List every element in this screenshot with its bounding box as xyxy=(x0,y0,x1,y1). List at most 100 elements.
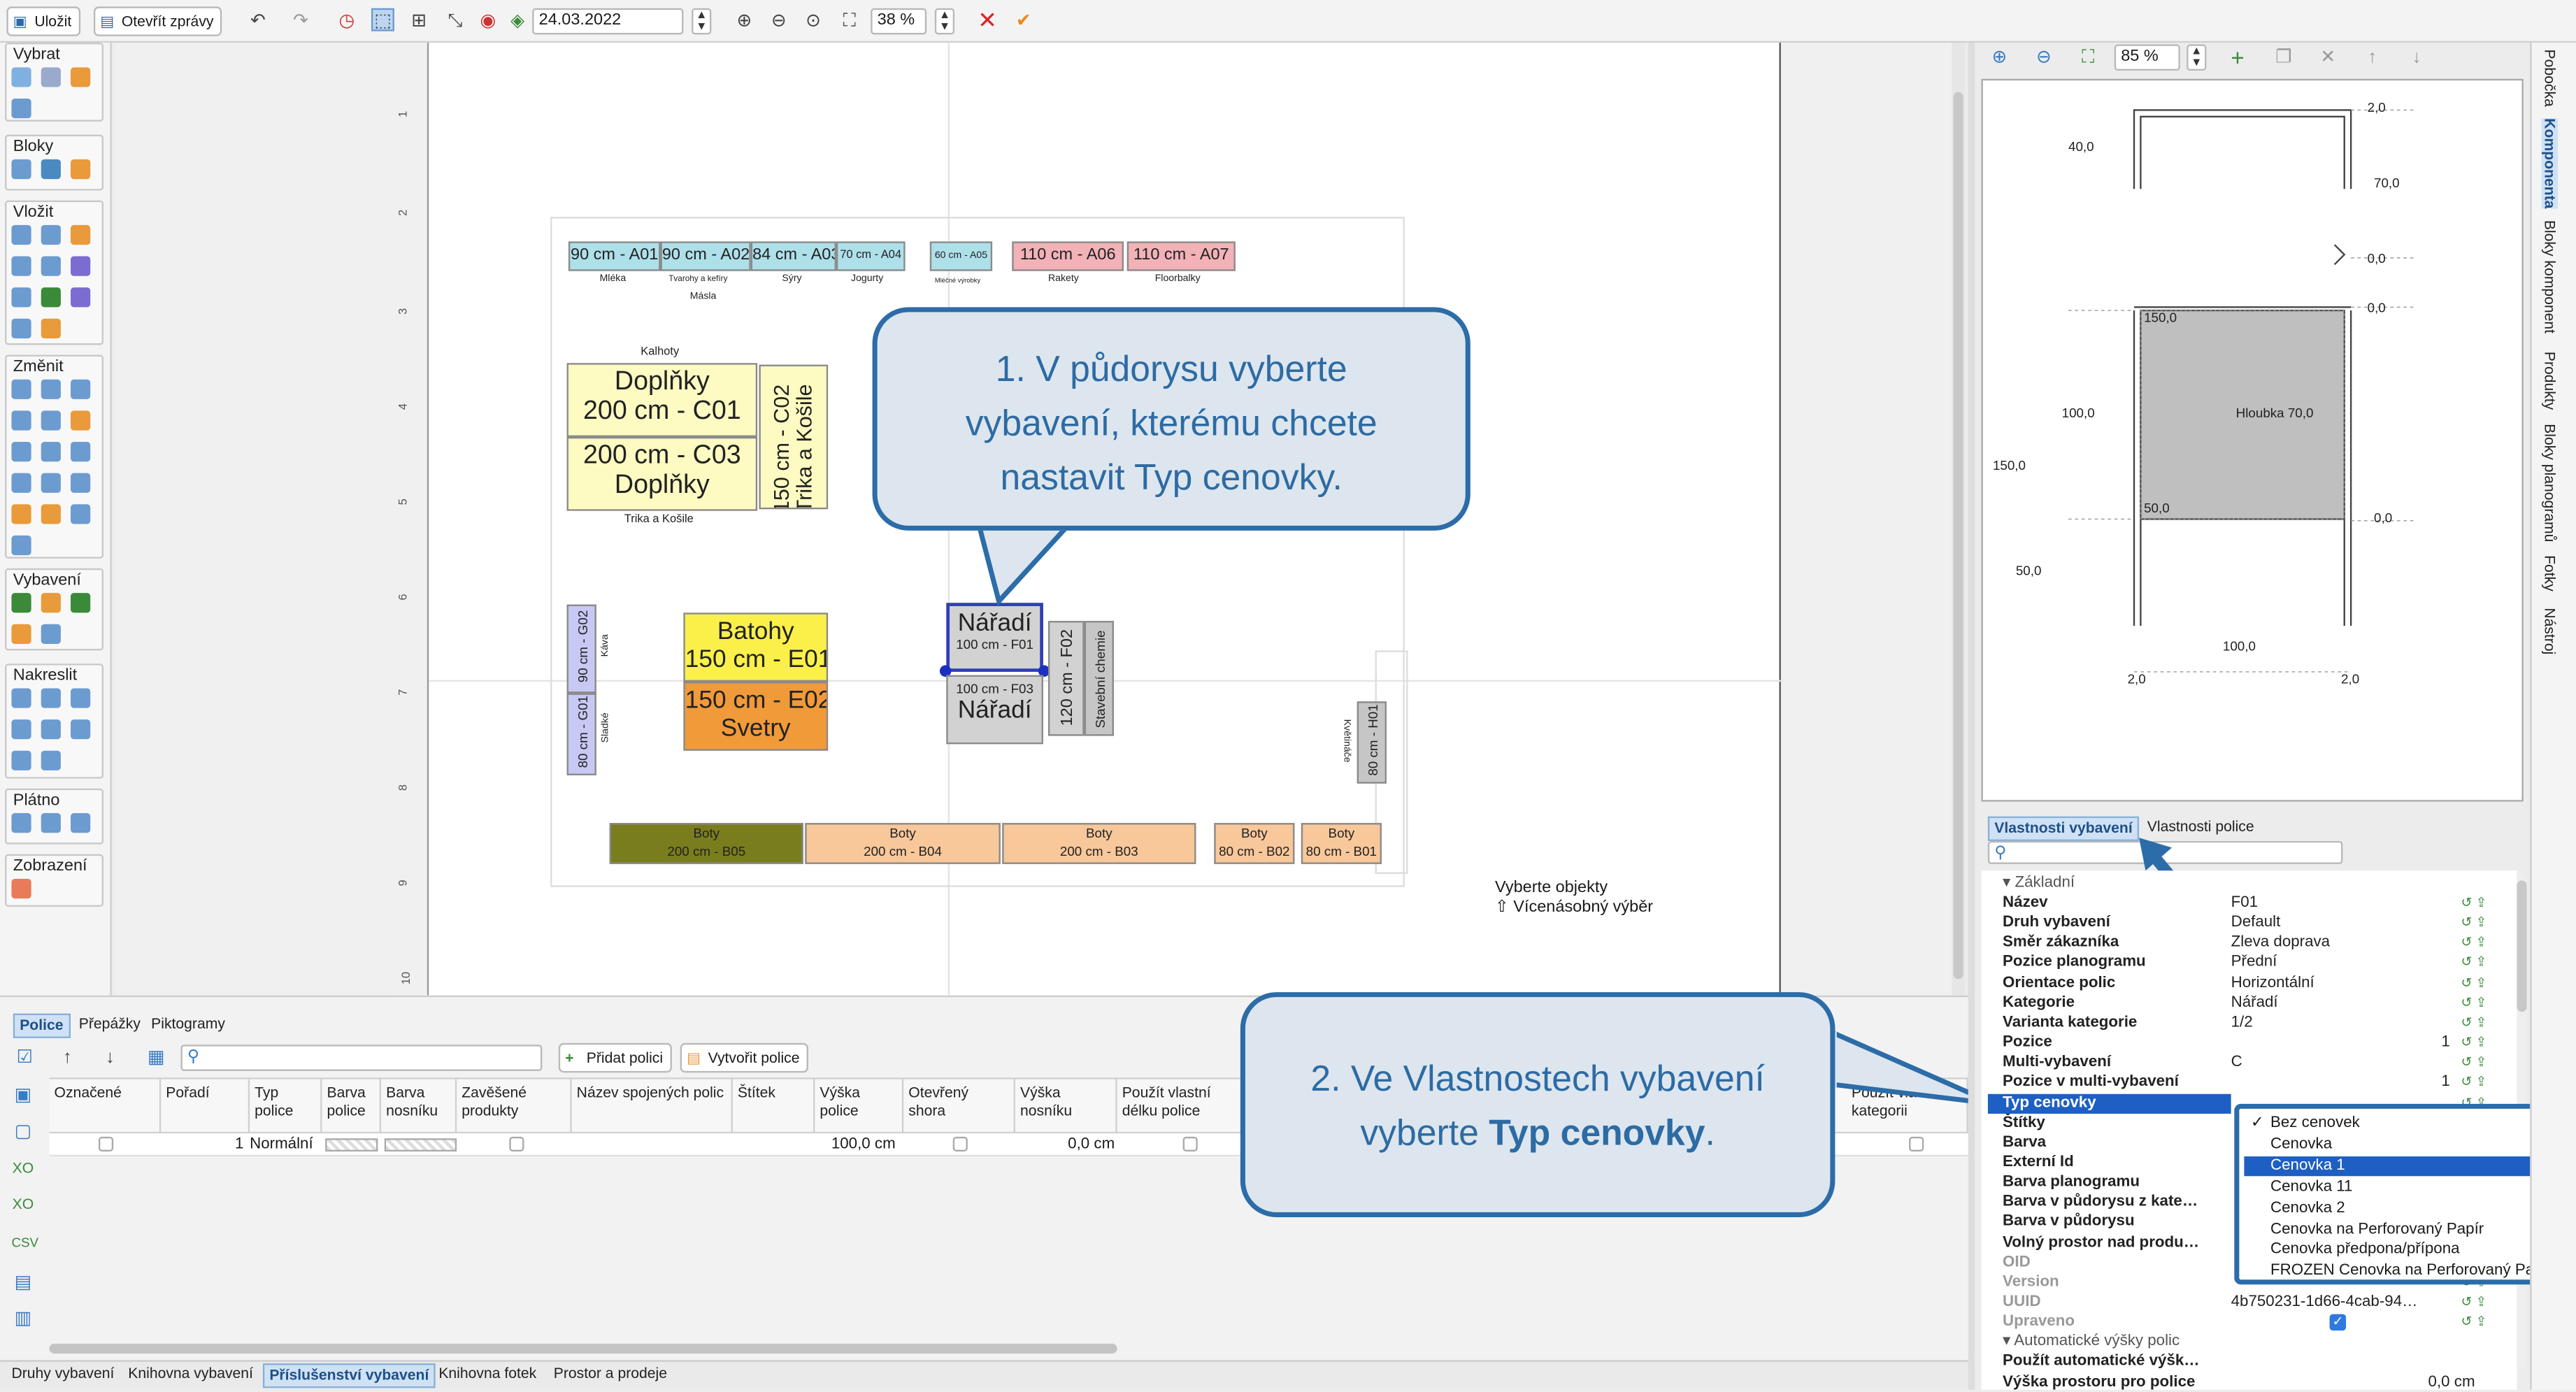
reset-icon[interactable]: ↺ ⇪ xyxy=(2461,1053,2487,1072)
date-stepper[interactable]: ▲ ▼ xyxy=(692,8,712,35)
fixture-a01[interactable]: 90 cm - A01 xyxy=(568,241,661,271)
open-top-checkbox[interactable] xyxy=(952,1136,968,1151)
copy-icon[interactable] xyxy=(41,379,61,399)
col-vyska-nosniku[interactable]: Výška nosníku xyxy=(1015,1077,1117,1134)
fixture-a04[interactable]: 70 cm - A04 xyxy=(836,241,906,271)
insert-dimension-icon[interactable] xyxy=(11,287,31,308)
fixture-f02[interactable]: 120 cm - F02 xyxy=(1047,621,1085,736)
property-row[interactable]: Varianta kategorie 1/2 ↺ ⇪ xyxy=(1988,1013,2514,1033)
canvas-scrollbar[interactable] xyxy=(1952,43,1966,996)
tab-prostor[interactable]: Prostor a prodeje xyxy=(549,1363,672,1385)
tab-piktogramy[interactable]: Piktogramy xyxy=(146,1014,230,1035)
zoom-fit-icon[interactable]: ⊙ xyxy=(802,10,825,33)
camera-icon[interactable]: ◉ xyxy=(476,10,499,33)
property-row[interactable]: Pozice planogramu Přední ↺ ⇪ xyxy=(1988,954,2514,973)
beam-color-swatch[interactable] xyxy=(384,1138,457,1151)
fixture-a05[interactable]: 60 cm - A05 xyxy=(929,241,993,271)
insert-wall-icon[interactable] xyxy=(71,224,91,245)
draw-rect-icon[interactable] xyxy=(71,719,91,740)
tab-knihovna-vybaveni[interactable]: Knihovna vybavení xyxy=(123,1363,258,1385)
zoom-in-icon[interactable]: ⊕ xyxy=(733,10,756,33)
align-right-icon[interactable] xyxy=(71,442,91,462)
fixture-a03[interactable]: 84 cm - A03 xyxy=(750,241,836,271)
zoom-extents-icon[interactable]: ⛶ xyxy=(838,10,861,33)
insert-shelf-icon[interactable] xyxy=(11,224,31,245)
property-row[interactable]: Použít automatické výšk… xyxy=(1988,1353,2514,1372)
reset-icon[interactable]: ↺ ⇪ xyxy=(2461,1033,2487,1053)
csv-icon[interactable]: CSV xyxy=(11,1232,38,1255)
shelf-color-swatch[interactable] xyxy=(325,1138,378,1151)
hanging-checkbox[interactable] xyxy=(509,1136,524,1151)
vtab-pobocka[interactable]: Pobočka xyxy=(2542,49,2558,106)
report-icon[interactable]: ▤ xyxy=(11,1272,34,1295)
dropdown-option[interactable]: Cenovka 11 xyxy=(2244,1177,2556,1197)
reset-icon[interactable]: ↺ ⇪ xyxy=(2461,1293,2487,1312)
move-up-icon[interactable]: ↑ xyxy=(56,1047,79,1070)
property-row[interactable]: UUID 4b750231-1d66-4cab-94… ↺ ⇪ xyxy=(1988,1293,2514,1312)
tab-prepazky[interactable]: Přepážky xyxy=(74,1014,145,1035)
col-vyska-police[interactable]: Výška police xyxy=(815,1077,904,1134)
col-oznacene[interactable]: Označené xyxy=(49,1077,162,1134)
fixture-c01[interactable]: Doplňky 200 cm - C01 xyxy=(566,363,758,437)
insert-pdf-icon[interactable] xyxy=(71,287,91,308)
fixture-refresh-icon[interactable] xyxy=(41,593,61,613)
node-tool-icon[interactable] xyxy=(11,98,31,119)
tab-vlastnosti-vybaveni[interactable]: Vlastnosti vybavení xyxy=(1987,816,2140,841)
delete-component-icon[interactable]: ✕ xyxy=(2317,46,2340,69)
tab-prislusenstvi[interactable]: Příslušenství vybavení xyxy=(262,1363,436,1389)
reset-icon[interactable]: ↺ ⇪ xyxy=(2461,894,2487,913)
preview-zoom-out-icon[interactable]: ⊖ xyxy=(2032,46,2055,69)
dropdown-option[interactable]: FROZEN Cenovka na Perforovaný Papír xyxy=(2244,1262,2556,1282)
fixture-b04[interactable]: Boty 200 cm - B04 xyxy=(805,823,1001,864)
col-barva-nosniku[interactable]: Barva nosníku xyxy=(381,1077,457,1134)
property-row[interactable]: Pozice 1 ↺ ⇪ xyxy=(1988,1033,2514,1053)
canvas-size-icon[interactable] xyxy=(41,813,61,833)
reset-icon[interactable]: ↺ ⇪ xyxy=(2461,914,2487,933)
fixture-c02[interactable]: 150 cm - C02 Trika a Košile xyxy=(759,364,829,510)
lasso-tool-icon[interactable] xyxy=(41,67,61,87)
reset-icon[interactable]: ↺ ⇪ xyxy=(2461,973,2487,993)
fixture-grid-icon[interactable] xyxy=(11,624,31,645)
property-row[interactable]: Multi-vybavení C ↺ ⇪ xyxy=(1988,1053,2514,1072)
insert-fixture-icon[interactable] xyxy=(41,224,61,245)
property-row[interactable]: Název F01 ↺ ⇪ xyxy=(1988,894,2514,913)
undo-icon[interactable]: ↶ xyxy=(246,10,269,33)
insert-label-icon[interactable] xyxy=(71,256,91,276)
cancel-icon[interactable]: ✕ xyxy=(976,8,999,31)
select-tool-icon[interactable] xyxy=(11,67,31,87)
vtab-bloky-komponent[interactable]: Bloky komponent xyxy=(2542,220,2558,333)
fixture-e02[interactable]: 150 cm - E02 Svetry xyxy=(683,682,829,751)
group-auto-heights[interactable]: ▾ Automatické výšky polic xyxy=(1988,1333,2514,1352)
canvas-grid-icon[interactable] xyxy=(11,813,31,833)
dropdown-option[interactable]: ✓ Bez cenovek xyxy=(2244,1114,2556,1133)
property-row[interactable]: Kategorie Nářadí ↺ ⇪ xyxy=(1988,993,2514,1013)
layer-tool-icon[interactable] xyxy=(71,67,91,87)
fixture-b05[interactable]: Boty 200 cm - B05 xyxy=(609,823,803,864)
col-typ[interactable]: Typ police xyxy=(250,1077,322,1134)
col-zavesene[interactable]: Zavěšené produkty xyxy=(457,1077,572,1134)
vtab-komponenta[interactable]: Komponenta xyxy=(2541,118,2559,209)
dropdown-option[interactable]: Cenovka 1 xyxy=(2244,1156,2556,1176)
tab-police[interactable]: Police xyxy=(13,1013,70,1038)
custom-category-checkbox[interactable] xyxy=(1909,1136,1924,1151)
price-tag-dropdown[interactable]: ✓ Bez cenovek Cenovka Cenovka 1 Cenovka 11 Ce… xyxy=(2234,1103,2563,1285)
add-component-icon[interactable]: + xyxy=(2226,46,2249,69)
group-basic[interactable]: ▾ Základní xyxy=(1988,874,2514,894)
save-button[interactable]: ▣ Uložit xyxy=(6,6,80,36)
dropdown-option[interactable]: Cenovka 2 xyxy=(2244,1198,2556,1218)
group-icon[interactable] xyxy=(11,504,31,524)
mirror-icon[interactable] xyxy=(71,410,91,431)
col-stitek[interactable]: Štítek xyxy=(733,1077,815,1134)
property-row[interactable]: Pozice v multi-vybavení 1 ↺ ⇪ xyxy=(1988,1073,2514,1093)
draw-polygon-icon[interactable] xyxy=(41,750,61,770)
component-up-icon[interactable]: ↑ xyxy=(2361,46,2384,69)
layers-icon[interactable]: ◈ xyxy=(506,10,529,33)
insert-photo-icon[interactable] xyxy=(41,256,61,276)
confirm-icon[interactable]: ✔ xyxy=(1012,10,1035,33)
move-icon[interactable] xyxy=(11,379,31,399)
component-down-icon[interactable]: ↓ xyxy=(2405,46,2428,69)
vtab-bloky-planogramu[interactable]: Bloky planogramů xyxy=(2542,424,2558,542)
shelf-search-input[interactable]: ⚲ xyxy=(180,1045,543,1071)
tab-knihovna-fotek[interactable]: Knihovna fotek xyxy=(434,1363,541,1385)
shelf-paste-icon[interactable]: ▢ xyxy=(11,1120,34,1143)
